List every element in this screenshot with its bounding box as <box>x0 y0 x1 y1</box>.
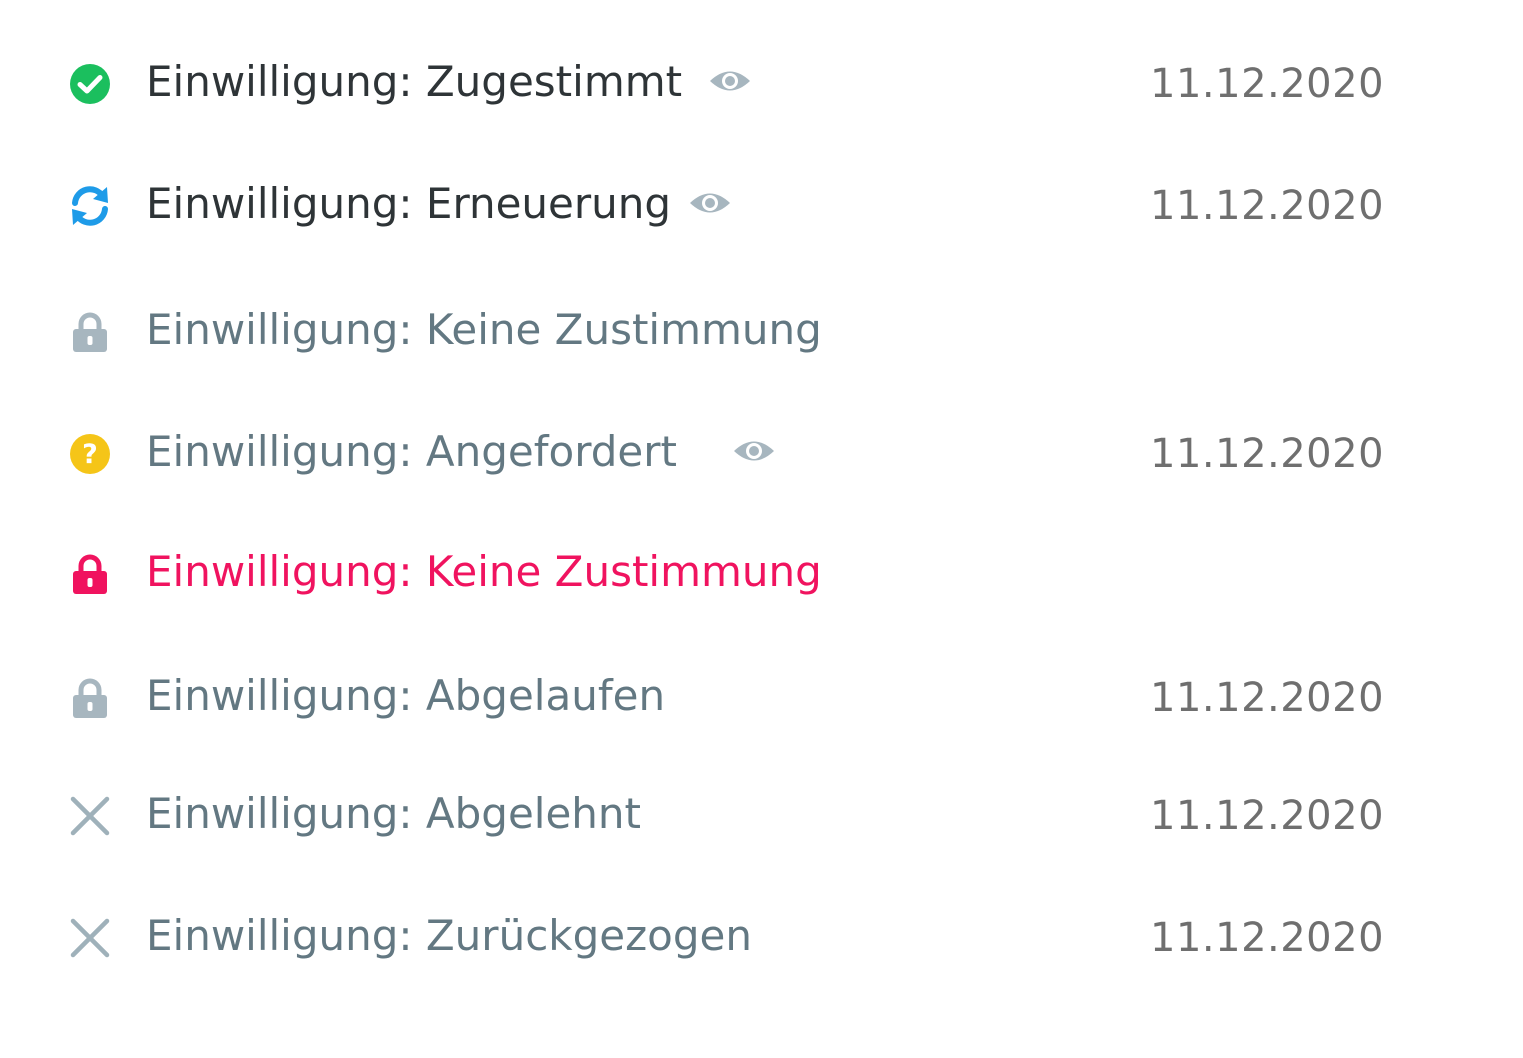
lock-icon <box>66 674 114 722</box>
lock-icon <box>66 550 114 598</box>
eye-icon[interactable] <box>688 188 732 218</box>
consent-label: Einwilligung: Erneuerung <box>146 179 672 228</box>
consent-row-rejected: Einwilligung: Abgelehnt 11.12.2020 <box>0 764 1523 864</box>
lock-icon <box>66 308 114 356</box>
eye-icon[interactable] <box>708 66 752 96</box>
consent-label: Einwilligung: Abgelehnt <box>146 789 642 838</box>
check-circle-icon <box>66 60 114 108</box>
eye-icon[interactable] <box>732 436 776 466</box>
refresh-icon <box>66 182 114 230</box>
consent-label: Einwilligung: Keine Zustimmung <box>146 305 822 354</box>
consent-row-no-consent: Einwilligung: Keine Zustimmung <box>0 280 1523 380</box>
consent-date: 11.12.2020 <box>1150 915 1385 961</box>
consent-row-approved: Einwilligung: Zugestimmt 11.12.2020 <box>0 32 1523 132</box>
consent-label: Einwilligung: Zurückgezogen <box>146 911 752 960</box>
close-icon <box>66 792 114 840</box>
consent-date: 11.12.2020 <box>1150 183 1385 229</box>
close-icon <box>66 914 114 962</box>
consent-row-expired: Einwilligung: Abgelaufen 11.12.2020 <box>0 646 1523 746</box>
consent-row-withdrawn: Einwilligung: Zurückgezogen 11.12.2020 <box>0 886 1523 986</box>
consent-date: 11.12.2020 <box>1150 675 1385 721</box>
consent-date: 11.12.2020 <box>1150 61 1385 107</box>
consent-row-requested: ? Einwilligung: Angefordert 11.12.2020 <box>0 402 1523 502</box>
svg-text:?: ? <box>82 439 98 470</box>
consent-label: Einwilligung: Angefordert <box>146 427 678 476</box>
consent-date: 11.12.2020 <box>1150 793 1385 839</box>
consent-label: Einwilligung: Zugestimmt <box>146 57 683 106</box>
consent-row-renewal: Einwilligung: Erneuerung 11.12.2020 <box>0 154 1523 254</box>
consent-label: Einwilligung: Keine Zustimmung <box>146 547 822 596</box>
consent-label: Einwilligung: Abgelaufen <box>146 671 666 720</box>
consent-status-list: Einwilligung: Zugestimmt 11.12.2020 Einw… <box>0 0 1523 1058</box>
consent-date: 11.12.2020 <box>1150 431 1385 477</box>
consent-row-no-consent-alert: Einwilligung: Keine Zustimmung <box>0 522 1523 622</box>
question-circle-icon: ? <box>66 430 114 478</box>
